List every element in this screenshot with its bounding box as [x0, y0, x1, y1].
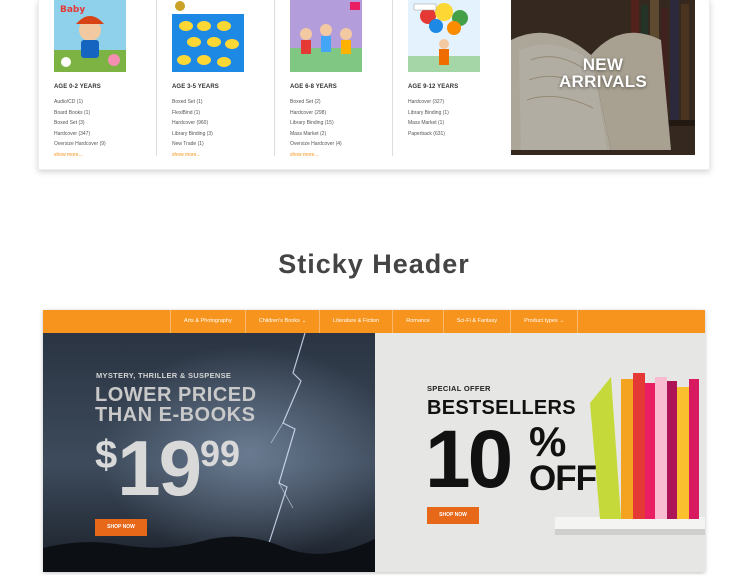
nav-item-product-types[interactable]: Product types ⌄ — [511, 310, 578, 333]
sticky-header-demo: Arts & Photography Children's Books ⌄ Lit… — [43, 310, 705, 572]
menu-column-age-3-5: AGE 3-5 YEARS Boxed Set (1) FlexiBind (1… — [157, 0, 275, 158]
category-link[interactable]: Boxed Set (3) — [54, 118, 106, 129]
hero-slide-bestsellers[interactable]: SPECIAL OFFER BESTSELLERS 10 % OFF SHOP … — [375, 333, 705, 572]
column-heading[interactable]: AGE 0-2 YEARS — [54, 84, 101, 90]
category-link[interactable]: Library Binding (1) — [408, 108, 449, 119]
hero-title-line2: THAN E-BOOKS — [95, 404, 256, 426]
nav-item-childrens-books[interactable]: Children's Books ⌄ — [246, 310, 321, 333]
nav-item-label: Product types — [524, 318, 558, 324]
sticky-nav-bar: Arts & Photography Children's Books ⌄ Lit… — [43, 310, 705, 333]
category-list: Boxed Set (2) Hardcover (298) Library Bi… — [290, 97, 342, 160]
price-cents: 99 — [200, 433, 241, 474]
discount-off: OFF — [529, 459, 597, 498]
nav-item-scifi-fantasy[interactable]: Sci-Fi & Fantasy — [444, 310, 512, 333]
show-more-link[interactable]: show more... — [290, 150, 342, 161]
category-link[interactable]: Hardcover (298) — [290, 108, 342, 119]
category-link[interactable]: New Trade (1) — [172, 139, 213, 150]
hero-kicker: MYSTERY, THRILLER & SUSPENSE — [96, 371, 232, 380]
menu-column-age-6-8: AGE 6-8 YEARS Boxed Set (2) Hardcover (2… — [275, 0, 393, 158]
discount-value: 10 % OFF — [425, 419, 597, 501]
nav-item-label: Children's Books — [258, 318, 300, 324]
category-link[interactable]: Boxed Set (2) — [290, 97, 342, 108]
category-list: Boxed Set (1) FlexiBind (1) Hardcover (9… — [172, 97, 213, 160]
new-arrivals-line2: ARRIVALS — [558, 72, 648, 91]
section-title: Sticky Header — [278, 249, 470, 279]
show-more-link[interactable]: show more... — [172, 150, 213, 161]
book-cover-image[interactable] — [290, 0, 362, 72]
hero-title-line1: LOWER PRICED — [95, 384, 257, 406]
nav-item-literature-fiction[interactable]: Literature & Fiction — [320, 310, 394, 333]
hero-price: $1999 — [95, 429, 240, 507]
category-link[interactable]: Paperback (631) — [408, 129, 449, 140]
hero-title: LOWER PRICED THAN E-BOOKS — [95, 385, 257, 425]
shop-now-button[interactable]: SHOP NOW — [95, 519, 147, 536]
new-arrivals-banner[interactable]: NEW ARRIVALS — [511, 0, 695, 155]
mega-menu-panel: Baby AGE 0-2 YEARS Audio/CD (1) Board Bo… — [38, 0, 710, 170]
book-cover-image[interactable] — [408, 0, 480, 72]
hero-kicker: SPECIAL OFFER — [427, 384, 491, 393]
new-arrivals-line1: NEW — [582, 55, 624, 74]
category-list: Audio/CD (1) Board Books (1) Boxed Set (… — [54, 97, 106, 160]
menu-column-age-9-12: AGE 9-12 YEARS Hardcover (327) Library B… — [393, 0, 511, 158]
book-cover-image[interactable]: Baby — [54, 0, 126, 72]
category-link[interactable]: Board Books (1) — [54, 108, 106, 119]
column-heading[interactable]: AGE 3-5 YEARS — [172, 84, 219, 90]
category-link[interactable]: Hardcover (327) — [408, 97, 449, 108]
menu-column-age-0-2: Baby AGE 0-2 YEARS Audio/CD (1) Board Bo… — [39, 0, 157, 158]
discount-number: 10 — [425, 414, 513, 505]
column-heading[interactable]: AGE 6-8 YEARS — [290, 84, 337, 90]
category-link[interactable]: Oversize Hardcover (4) — [290, 139, 342, 150]
category-link[interactable]: Boxed Set (1) — [172, 97, 213, 108]
svg-text:Baby: Baby — [60, 5, 85, 15]
category-list: Hardcover (327) Library Binding (1) Mass… — [408, 97, 449, 139]
nav-item-romance[interactable]: Romance — [393, 310, 444, 333]
category-link[interactable]: Library Binding (3) — [172, 129, 213, 140]
chevron-down-icon: ⌄ — [559, 318, 564, 324]
nav-item-arts-photography[interactable]: Arts & Photography — [170, 310, 246, 333]
price-currency: $ — [95, 433, 118, 477]
category-link[interactable]: Hardcover (347) — [54, 129, 106, 140]
category-link[interactable]: Mass Market (2) — [290, 129, 342, 140]
nav-item-label: Romance — [406, 318, 430, 324]
category-link[interactable]: Audio/CD (1) — [54, 97, 106, 108]
category-link[interactable]: Hardcover (960) — [172, 118, 213, 129]
category-link[interactable]: Oversize Hardcover (9) — [54, 139, 106, 150]
category-link[interactable]: FlexiBind (1) — [172, 108, 213, 119]
chevron-down-icon: ⌄ — [301, 318, 307, 324]
category-link[interactable]: Library Binding (15) — [290, 118, 342, 129]
price-dollars: 19 — [117, 424, 202, 512]
nav-item-label: Literature & Fiction — [333, 318, 380, 324]
discount-percent: % — [529, 418, 567, 465]
show-more-link[interactable]: show more... — [54, 150, 106, 161]
new-arrivals-title: NEW ARRIVALS — [511, 56, 695, 90]
hero-slide-lower-priced[interactable]: MYSTERY, THRILLER & SUSPENSE LOWER PRICE… — [43, 333, 375, 572]
page: Baby AGE 0-2 YEARS Audio/CD (1) Board Bo… — [0, 0, 748, 575]
column-heading[interactable]: AGE 9-12 YEARS — [408, 84, 458, 90]
nav-item-label: Sci-Fi & Fantasy — [456, 318, 498, 324]
category-link[interactable]: Mass Market (1) — [408, 118, 449, 129]
book-cover-image[interactable] — [172, 0, 244, 72]
nav-item-label: Arts & Photography — [184, 318, 232, 324]
shop-now-button[interactable]: SHOP NOW — [427, 507, 479, 524]
